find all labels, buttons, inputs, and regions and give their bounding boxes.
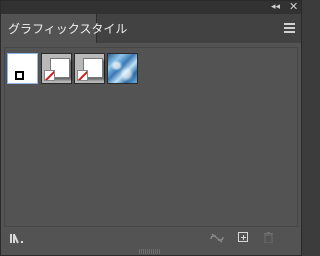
tab-label: グラフィックスタイル [8, 22, 128, 36]
panel-footer [1, 227, 301, 247]
no-stroke-icon [77, 70, 88, 81]
libraries-icon[interactable] [10, 233, 24, 244]
styles-grid [4, 47, 298, 227]
tab-row: グラフィックスタイル [1, 14, 301, 43]
swatch-style-3[interactable] [74, 53, 105, 84]
new-style-icon[interactable] [238, 232, 248, 242]
tab-graphic-styles[interactable]: グラフィックスタイル [1, 14, 127, 43]
collapse-icon[interactable]: ◂◂ [271, 2, 280, 12]
swatch-style-2[interactable] [41, 53, 72, 84]
panel-titlebar: ◂◂ ✕ [1, 1, 301, 14]
swatch-default-style[interactable] [7, 53, 38, 84]
delete-icon[interactable] [264, 232, 273, 243]
no-stroke-icon [44, 70, 55, 81]
swatch-blue-texture[interactable] [107, 53, 138, 84]
close-icon[interactable]: ✕ [289, 1, 298, 13]
panel-menu-icon[interactable] [284, 23, 295, 33]
resize-grip[interactable] [139, 249, 161, 254]
graphic-styles-panel: ◂◂ ✕ グラフィックスタイル [0, 0, 302, 256]
break-link-icon[interactable] [210, 233, 224, 243]
default-style-icon [14, 70, 25, 81]
